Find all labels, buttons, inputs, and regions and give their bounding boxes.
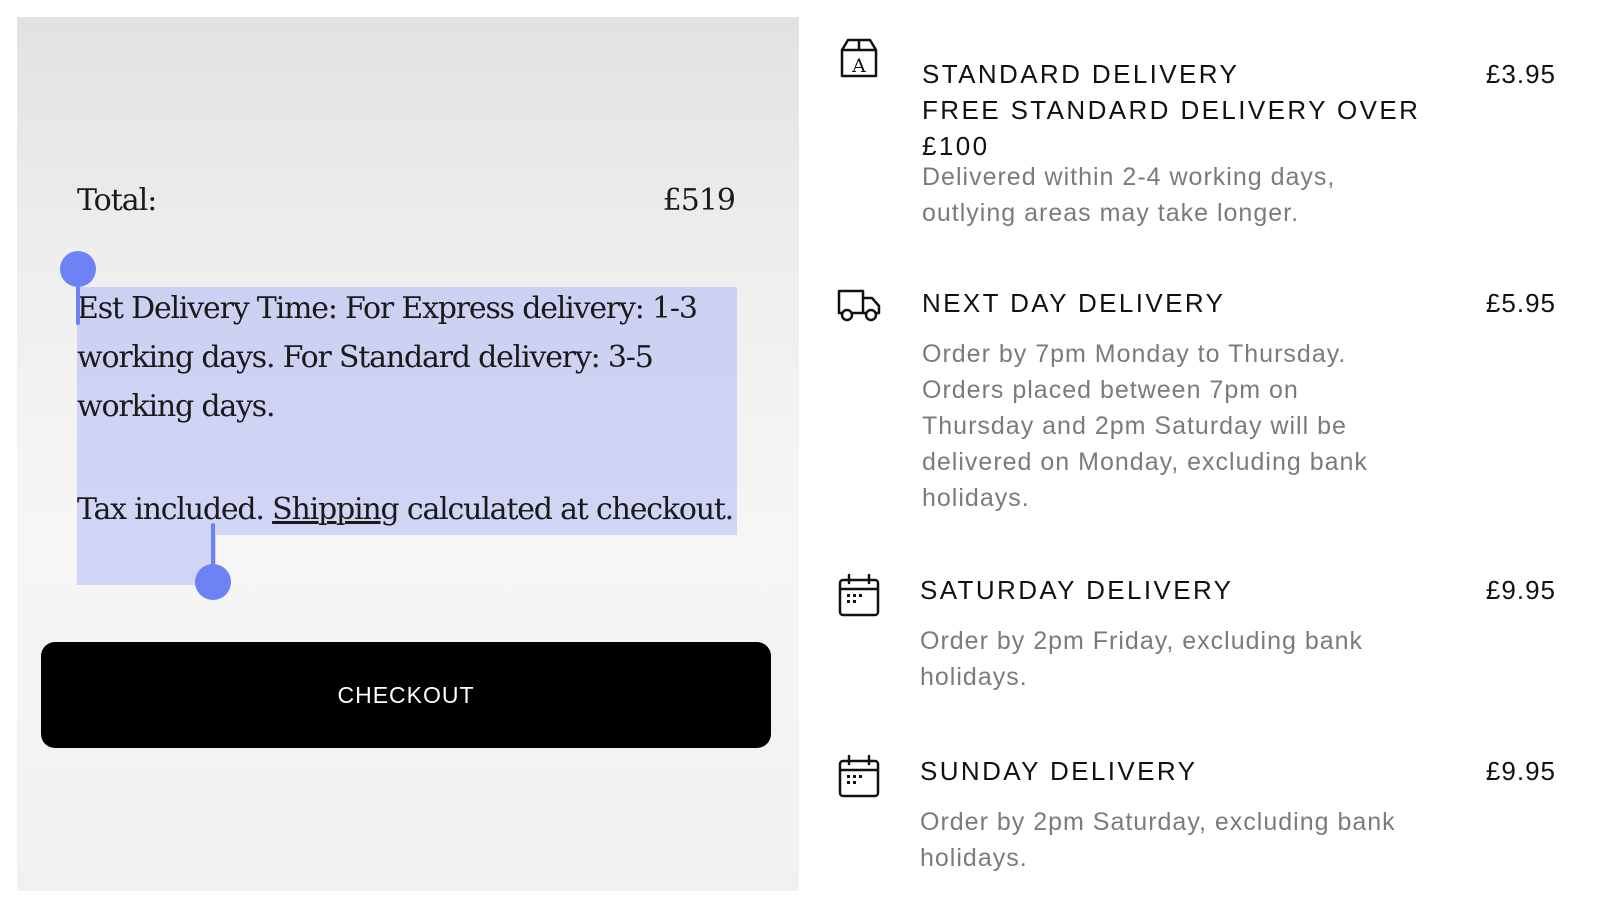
description-line: Order by 7pm Monday to Thursday. — [922, 340, 1347, 368]
tax-suffix: calculated at checkout. — [406, 492, 734, 527]
delivery-option-price: £5.95 — [1485, 288, 1556, 318]
description-line: Delivered within 2-4 working days, — [922, 163, 1336, 191]
delivery-option-description: Order by 2pm Saturday, excluding bank ho… — [920, 804, 1420, 876]
description-line: Order by 2pm Saturday, excluding bank — [920, 808, 1396, 836]
delivery-option-description: Order by 7pm Monday to Thursday. Orders … — [922, 336, 1422, 516]
description-line: Order by 2pm Friday, excluding bank — [920, 627, 1364, 655]
description-line: holidays. — [920, 663, 1028, 691]
truck-icon — [837, 289, 881, 322]
description-line: Orders placed between 7pm on — [922, 376, 1299, 404]
delivery-option-price: £9.95 — [1485, 756, 1556, 786]
svg-text:A: A — [851, 55, 866, 77]
delivery-option-price: £3.95 — [1485, 59, 1556, 89]
delivery-option-title: STANDARD DELIVERY FREE STANDARD DELIVERY… — [922, 56, 1442, 164]
delivery-option-title: SATURDAY DELIVERY — [920, 572, 1440, 608]
delivery-time-text: Est Delivery Time: For Express delivery:… — [77, 291, 698, 424]
title-line: NEXT DAY DELIVERY — [922, 288, 1226, 318]
total-label: Total: — [77, 183, 157, 218]
delivery-option-title: SUNDAY DELIVERY — [920, 753, 1440, 789]
delivery-option-description: Order by 2pm Friday, excluding bank holi… — [920, 623, 1420, 695]
title-line: SATURDAY DELIVERY — [920, 575, 1234, 605]
package-icon: A — [840, 38, 878, 78]
delivery-option-description: Delivered within 2-4 working days, outly… — [922, 159, 1422, 231]
description-line: delivered on Monday, excluding bank — [922, 448, 1368, 476]
delivery-option-title: NEXT DAY DELIVERY — [922, 285, 1442, 321]
delivery-option-sunday: SUNDAY DELIVERY £9.95 Order by 2pm Satur… — [836, 754, 1576, 874]
shipping-link[interactable]: Shipping — [272, 492, 400, 527]
title-line: SUNDAY DELIVERY — [920, 756, 1198, 786]
calendar-icon — [838, 754, 880, 798]
title-line: FREE STANDARD DELIVERY OVER — [922, 95, 1421, 125]
total-value: £519 — [662, 183, 736, 218]
cart-summary-panel: Total: £519 Est Delivery Time: For Expre… — [17, 17, 799, 891]
delivery-info-text[interactable]: Est Delivery Time: For Express delivery:… — [77, 284, 742, 534]
checkout-button[interactable]: CHECKOUT — [41, 642, 771, 748]
title-line: STANDARD DELIVERY — [922, 59, 1240, 89]
description-line: outlying areas may take longer. — [922, 199, 1300, 227]
tax-note: Tax included. Shipping calculated at che… — [77, 485, 742, 534]
delivery-option-price: £9.95 — [1485, 575, 1556, 605]
tax-prefix: Tax included. — [77, 492, 265, 527]
description-line: holidays. — [920, 844, 1028, 872]
description-line: holidays. — [922, 484, 1030, 512]
delivery-option-next-day: NEXT DAY DELIVERY £5.95 Order by 7pm Mon… — [836, 283, 1576, 513]
delivery-option-standard: A STANDARD DELIVERY FREE STANDARD DELIVE… — [836, 36, 1576, 227]
selection-start-caret — [76, 279, 80, 325]
description-line: Thursday and 2pm Saturday will be — [922, 412, 1347, 440]
selection-end-handle[interactable] — [195, 564, 231, 600]
delivery-option-saturday: SATURDAY DELIVERY £9.95 Order by 2pm Fri… — [836, 573, 1576, 693]
calendar-icon — [838, 573, 880, 617]
